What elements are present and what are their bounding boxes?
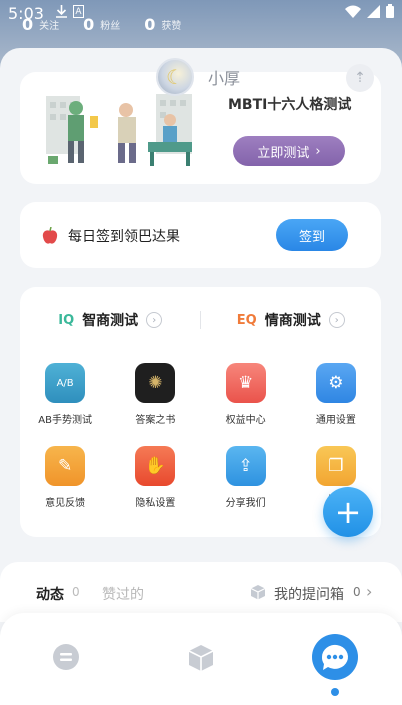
tool-label: AB手势测试 (38, 415, 92, 426)
eq-test-entry[interactable]: EQ 情商测试 › (201, 307, 382, 333)
chevron-right-icon: › (328, 312, 345, 328)
apple-icon (42, 227, 58, 244)
tool-answer-book[interactable]: ✺ 答案之书 (110, 363, 200, 426)
answer-book-icon: ✺ (135, 363, 176, 403)
checkin-card: 每日签到领巴达果 签到 (20, 202, 381, 268)
checkin-text: 每日签到领巴达果 (68, 229, 180, 245)
stat-label: 获赞 (161, 21, 182, 32)
tab-inbox[interactable]: 我的提问箱 (274, 584, 344, 604)
chevron-right-icon: › (146, 312, 163, 328)
checkin-button[interactable]: 签到 (276, 219, 348, 251)
tool-label: 权益中心 (225, 415, 266, 426)
iq-test-entry[interactable]: IQ 智商测试 › (20, 307, 201, 333)
home-icon (53, 644, 79, 670)
nav-box[interactable] (186, 643, 216, 673)
tab-moments[interactable]: 动态 (36, 584, 64, 604)
tool-label: 意见反馈 (45, 498, 86, 509)
tool-benefits-center[interactable]: ♛ 权益中心 (201, 363, 291, 426)
chat-icon (312, 634, 358, 680)
tool-label: 隐私设置 (135, 498, 176, 509)
battery-icon (386, 4, 394, 22)
active-indicator (331, 688, 339, 696)
avatar[interactable]: ☾ (156, 58, 194, 96)
box-icon (250, 584, 266, 604)
feedback-icon: ✎ (45, 446, 86, 486)
tool-privacy-settings[interactable]: ✋ 隐私设置 (110, 446, 200, 509)
tool-label: 分享我们 (225, 498, 266, 509)
eq-test-label: 情商测试 (264, 313, 321, 329)
stat-number: 0 (144, 15, 156, 34)
nav-home[interactable] (52, 643, 80, 671)
ab-gesture-icon: A/B (45, 363, 86, 403)
iq-test-label: 智商测试 (82, 313, 139, 329)
chevron-right-icon: › (315, 143, 321, 159)
wifi-icon (345, 4, 361, 22)
stat-number: 0 (83, 15, 95, 34)
stat-following[interactable]: 0 关注 (22, 15, 59, 34)
tool-label: 通用设置 (315, 415, 356, 426)
stat-likes[interactable]: 0 获赞 (144, 15, 181, 34)
iq-badge: IQ (58, 312, 75, 328)
mbti-title: MBTI十六人格测试 (228, 97, 352, 113)
mbti-illustration (38, 86, 198, 170)
tool-share-us[interactable]: ⇪ 分享我们 (201, 446, 291, 509)
stat-label: 粉丝 (100, 21, 121, 32)
chevron-right-icon: › (366, 582, 373, 601)
inbox-count: 0 (353, 585, 361, 599)
share-icon: ⇪ (225, 446, 266, 486)
start-test-label: 立即测试 (257, 145, 310, 161)
gear-icon: ⚙ (315, 363, 356, 403)
add-button[interactable]: + (323, 487, 373, 537)
tool-feedback[interactable]: ✎ 意见反馈 (20, 446, 110, 509)
tab-liked[interactable]: 赞过的 (102, 584, 144, 604)
crown-icon: ♛ (225, 363, 266, 403)
stat-number: 0 (22, 15, 34, 34)
bottom-nav (0, 613, 402, 705)
log-icon: ❐ (315, 446, 356, 486)
scroll-top-icon[interactable]: ⇡ (346, 64, 374, 92)
start-test-button[interactable]: 立即测试 › (233, 136, 345, 166)
tools-grid: A/B AB手势测试 ✺ 答案之书 ♛ 权益中心 ⚙ 通用设置 ✎ 意见反馈 ✋… (20, 363, 381, 509)
stat-followers[interactable]: 0 粉丝 (83, 15, 120, 34)
moments-count: 0 (72, 585, 80, 599)
divider (200, 311, 201, 329)
profile[interactable]: ☾ 小厚 (156, 58, 240, 96)
tool-ab-gesture[interactable]: A/B AB手势测试 (20, 363, 110, 426)
tool-general-settings[interactable]: ⚙ 通用设置 (291, 363, 381, 426)
hand-icon: ✋ (135, 446, 176, 486)
tool-label: 答案之书 (135, 415, 176, 426)
stat-label: 关注 (39, 21, 60, 32)
test-row: IQ 智商测试 › EQ 情商测试 › (20, 307, 381, 333)
signal-icon (367, 4, 380, 22)
eq-badge: EQ (236, 312, 257, 328)
profile-name: 小厚 (208, 69, 241, 88)
box-icon (188, 645, 214, 671)
stats-row: 0 关注 0 粉丝 0 获赞 (22, 15, 181, 34)
nav-chat[interactable] (311, 633, 359, 681)
